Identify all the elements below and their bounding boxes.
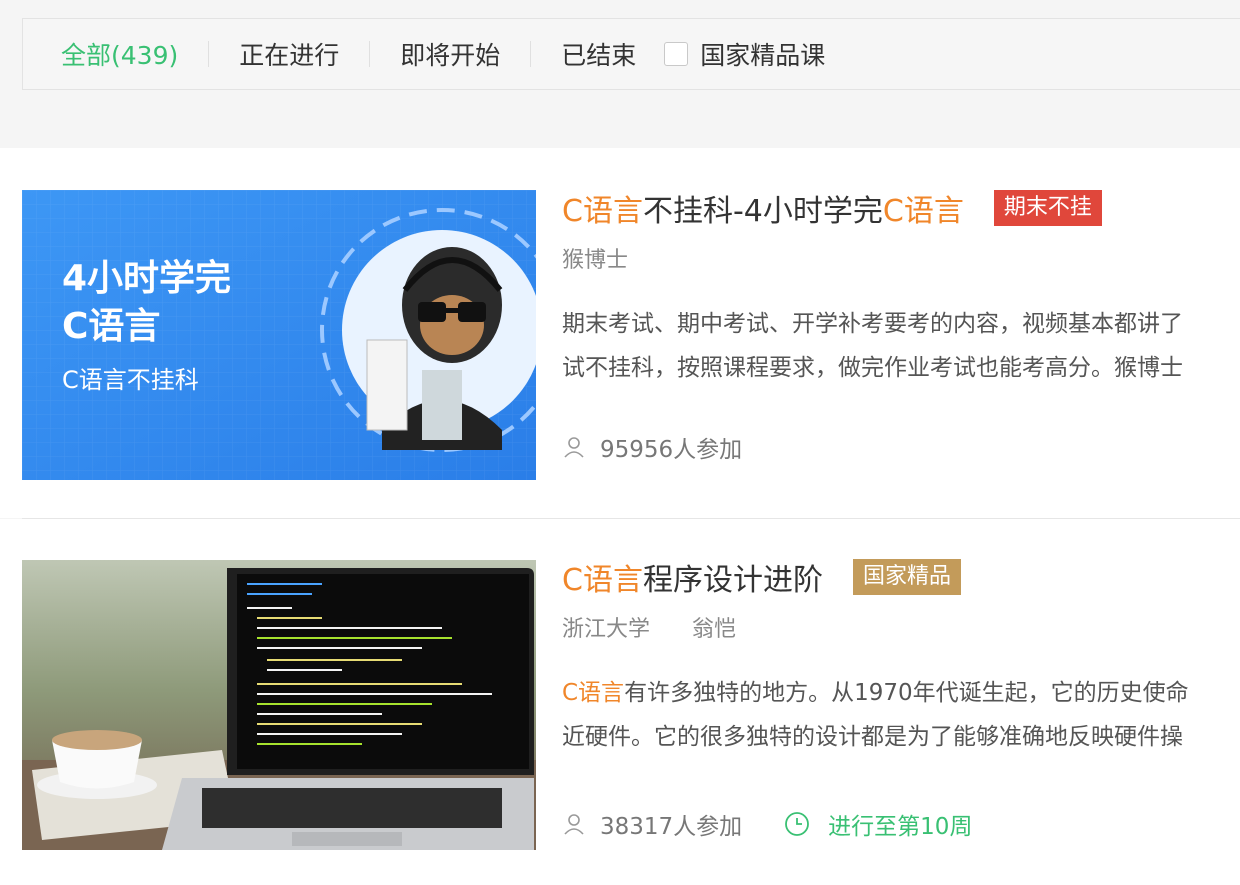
title-text: 不挂科-4小时学完 xyxy=(642,194,883,229)
course-title-row[interactable]: C语言程序设计进阶 国家精品 xyxy=(562,555,1240,599)
filter-separator xyxy=(369,41,371,67)
course-title-row[interactable]: C语言不挂科-4小时学完C语言 期末不挂 xyxy=(562,186,1240,230)
national-course-filter[interactable]: 国家精品课 xyxy=(664,36,825,72)
participant-count: 95956人参加 xyxy=(600,437,743,463)
school-name[interactable]: 浙江大学 xyxy=(562,617,650,642)
title-highlight: C语言 xyxy=(562,194,643,229)
course-meta: 38317人参加 进行至第10周 xyxy=(562,807,972,841)
course-meta: 95956人参加 xyxy=(562,430,742,464)
description-text: 有许多独特的地方。从1970年代诞生起，它的历史使命 xyxy=(624,680,1189,706)
clock-icon xyxy=(785,812,810,836)
course-card[interactable]: 4小时学完 C语言 C语言不挂科 C语言不挂科-4小时学完C语言 期末不挂 猴博… xyxy=(0,148,1240,518)
filter-all-tab[interactable]: 全部(439) xyxy=(61,36,178,72)
title-highlight: C语言 xyxy=(882,194,964,229)
description-line: 近硬件。它的很多独特的设计都是为了能够准确地反映硬件操 xyxy=(562,724,1183,750)
title-highlight: C语言 xyxy=(562,563,643,598)
course-description: C语言有许多独特的地方。从1970年代诞生起，它的历史使命 近硬件。它的很多独特… xyxy=(562,671,1240,759)
description-line: C语言有许多独特的地方。从1970年代诞生起，它的历史使命 xyxy=(562,671,1240,715)
description-line: 期末考试、期中考试、开学补考要考的内容，视频基本都讲了 xyxy=(562,311,1183,337)
filter-ended-tab[interactable]: 已结束 xyxy=(561,36,636,72)
teacher-name[interactable]: 翁恺 xyxy=(692,617,736,642)
user-icon xyxy=(564,814,584,835)
description-line: 试不挂科，按照课程要求，做完作业考试也能考高分。猴博士 xyxy=(562,355,1183,381)
course-badge: 期末不挂 xyxy=(993,190,1102,226)
course-progress: 进行至第10周 xyxy=(784,807,972,841)
national-course-label: 国家精品课 xyxy=(700,41,826,70)
thumb-subtitle: C语言不挂科 xyxy=(62,366,199,394)
teacher-name[interactable]: 猴博士 xyxy=(562,248,628,273)
course-info: C语言不挂科-4小时学完C语言 期末不挂 猴博士 期末考试、期中考试、开学补考要… xyxy=(562,188,1240,390)
filter-bar: 全部(439) 正在进行 即将开始 已结束 国家精品课 xyxy=(22,18,1240,90)
progress-text: 进行至第10周 xyxy=(828,814,973,840)
thumb-title-line1: 4小时学完 xyxy=(62,257,231,299)
user-icon xyxy=(564,437,584,458)
course-card[interactable]: C语言程序设计进阶 国家精品 浙江大学 翁恺 C语言有许多独特的地方。从1970年… xyxy=(0,519,1240,885)
title-text: 程序设计进阶 xyxy=(642,563,823,598)
course-thumbnail[interactable] xyxy=(22,560,536,850)
course-title[interactable]: C语言程序设计进阶 xyxy=(562,555,823,599)
filter-ongoing-tab[interactable]: 正在进行 xyxy=(239,36,339,72)
course-description: 期末考试、期中考试、开学补考要考的内容，视频基本都讲了 试不挂科，按照课程要求，… xyxy=(562,302,1240,390)
filter-separator xyxy=(530,41,532,67)
description-highlight: C语言 xyxy=(562,680,625,706)
course-info: C语言程序设计进阶 国家精品 浙江大学 翁恺 C语言有许多独特的地方。从1970年… xyxy=(562,557,1240,759)
course-teacher[interactable]: 猴博士 xyxy=(562,242,1240,274)
course-thumbnail[interactable]: 4小时学完 C语言 C语言不挂科 xyxy=(22,190,536,480)
thumb-title-line2: C语言 xyxy=(62,306,160,347)
course-teacher[interactable]: 浙江大学 翁恺 xyxy=(562,611,1240,643)
course-title[interactable]: C语言不挂科-4小时学完C语言 xyxy=(562,186,964,230)
participant-count: 38317人参加 xyxy=(600,814,743,840)
filter-separator xyxy=(208,41,210,67)
national-course-checkbox[interactable] xyxy=(664,42,689,66)
course-badge: 国家精品 xyxy=(852,559,961,595)
filter-upcoming-tab[interactable]: 即将开始 xyxy=(400,36,500,72)
